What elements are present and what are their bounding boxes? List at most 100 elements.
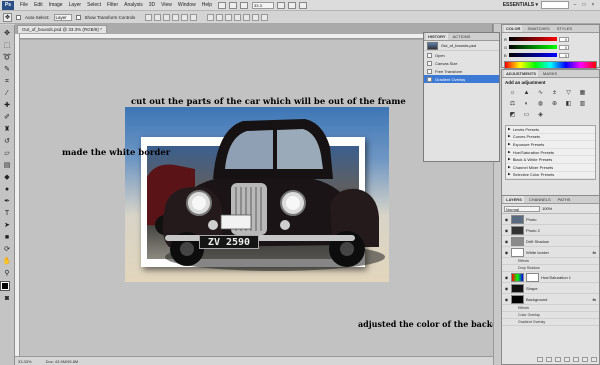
- history-item-free-transform[interactable]: Free Transform: [424, 67, 499, 75]
- view-extras-button[interactable]: [240, 1, 249, 9]
- add-mask-icon[interactable]: [555, 356, 561, 362]
- path-selection-tool-icon[interactable]: ➤: [3, 221, 12, 230]
- channel-mixer-icon[interactable]: ⊕: [550, 100, 559, 108]
- visibility-eye-icon[interactable]: ◉: [504, 217, 509, 222]
- posterize-icon[interactable]: ▥: [578, 100, 587, 108]
- layer-effect-row[interactable]: Effects: [502, 258, 599, 265]
- hand-tool-button[interactable]: [277, 1, 286, 9]
- color-swatches[interactable]: [0, 281, 13, 294]
- menu-image[interactable]: Image: [46, 2, 66, 8]
- tab-paths[interactable]: PATHS: [556, 196, 573, 203]
- distribute-right-icon[interactable]: [252, 13, 260, 21]
- invert-icon[interactable]: ◧: [564, 100, 573, 108]
- new-group-icon[interactable]: [573, 356, 579, 362]
- align-right-icon[interactable]: [190, 13, 198, 21]
- crop-tool-icon[interactable]: ⌗: [3, 77, 12, 86]
- link-layers-icon[interactable]: [537, 356, 543, 362]
- curves-icon[interactable]: ∿: [536, 89, 545, 97]
- menu-layer[interactable]: Layer: [66, 2, 85, 8]
- layer-row[interactable]: ◉ Photo: [502, 214, 599, 225]
- gradient-tool-icon[interactable]: ▤: [3, 161, 12, 170]
- menu-3d[interactable]: 3D: [146, 2, 158, 8]
- layer-fx-icon[interactable]: fx: [592, 250, 596, 255]
- visibility-eye-icon[interactable]: ◉: [504, 275, 509, 280]
- distribute-bottom-icon[interactable]: [225, 13, 233, 21]
- preset-selective-color[interactable]: ▶ Selective Color Presets: [506, 172, 595, 180]
- history-item-gradient-overlay[interactable]: Gradient Overlay: [424, 75, 499, 83]
- brush-tool-icon[interactable]: ✐: [3, 113, 12, 122]
- bridge-button[interactable]: [218, 1, 227, 9]
- transform-controls-checkbox[interactable]: [75, 14, 81, 20]
- distribute-middle-icon[interactable]: [216, 13, 224, 21]
- layer-fx-icon[interactable]: fx: [592, 297, 596, 302]
- tab-channels[interactable]: CHANNELS: [527, 196, 553, 203]
- auto-select-checkbox[interactable]: [16, 14, 21, 20]
- exposure-icon[interactable]: ±: [550, 89, 559, 97]
- photo-filter-icon[interactable]: ◍: [536, 100, 545, 108]
- menu-help[interactable]: Help: [199, 2, 215, 8]
- auto-align-icon[interactable]: [261, 13, 269, 21]
- visibility-eye-icon[interactable]: ◉: [504, 250, 509, 255]
- maximize-icon[interactable]: □: [581, 2, 587, 8]
- mini-bridge-button[interactable]: [229, 1, 238, 9]
- cs-live-search[interactable]: [541, 1, 569, 9]
- align-center-icon[interactable]: [181, 13, 189, 21]
- visibility-eye-icon[interactable]: ◉: [504, 228, 509, 233]
- foreground-color-swatch[interactable]: [0, 281, 10, 291]
- layer-row[interactable]: ◉ Background fx: [502, 294, 599, 305]
- zoom-level-select[interactable]: 33.3: [252, 1, 275, 9]
- arrange-documents-button[interactable]: [299, 1, 308, 9]
- type-tool-icon[interactable]: T: [3, 209, 12, 218]
- layer-row[interactable]: ◉ Photo 2: [502, 225, 599, 236]
- align-bottom-icon[interactable]: [163, 13, 171, 21]
- gradient-map-icon[interactable]: ▭: [522, 111, 531, 119]
- delete-layer-icon[interactable]: [591, 356, 597, 362]
- menu-select[interactable]: Select: [84, 2, 104, 8]
- eyedropper-tool-icon[interactable]: ⁄: [3, 89, 12, 98]
- color-spectrum-bar[interactable]: [504, 61, 597, 69]
- distribute-center-icon[interactable]: [243, 13, 251, 21]
- quick-select-tool-icon[interactable]: ✎: [3, 65, 12, 74]
- blue-slider[interactable]: [509, 53, 557, 57]
- blur-tool-icon[interactable]: ◆: [3, 173, 12, 182]
- close-icon[interactable]: ×: [590, 2, 596, 8]
- tab-styles[interactable]: STYLES: [555, 25, 574, 32]
- history-brush-tool-icon[interactable]: ↺: [3, 137, 12, 146]
- document-tab[interactable]: Out_of_bounds.psd @ 33.3% (RGB/8) *: [17, 25, 107, 33]
- tab-masks[interactable]: MASKS: [541, 70, 559, 77]
- hand-tool-icon[interactable]: ✋: [3, 257, 12, 266]
- align-top-icon[interactable]: [145, 13, 153, 21]
- visibility-eye-icon[interactable]: ◉: [504, 297, 509, 302]
- menu-filter[interactable]: Filter: [104, 2, 121, 8]
- status-zoom[interactable]: 33.33%: [18, 359, 32, 364]
- zoom-tool-icon[interactable]: ⚲: [3, 269, 12, 278]
- new-layer-icon[interactable]: [582, 356, 588, 362]
- distribute-top-icon[interactable]: [207, 13, 215, 21]
- menu-window[interactable]: Window: [175, 2, 199, 8]
- status-doc-size[interactable]: Doc: 43.5M/95.8M: [46, 359, 79, 364]
- clone-stamp-tool-icon[interactable]: ♜: [3, 125, 12, 134]
- levels-icon[interactable]: ▲: [522, 89, 531, 97]
- selective-color-icon[interactable]: ◈: [536, 111, 545, 119]
- tab-layers[interactable]: LAYERS: [504, 196, 524, 203]
- brightness-contrast-icon[interactable]: ☼: [508, 89, 517, 97]
- move-tool-icon[interactable]: ✥: [3, 29, 12, 38]
- auto-select-dropdown[interactable]: Layer: [53, 13, 72, 21]
- menu-file[interactable]: File: [17, 2, 31, 8]
- blend-mode-select[interactable]: Normal: [504, 205, 540, 212]
- zoom-tool-button[interactable]: [288, 1, 297, 9]
- tab-history[interactable]: HISTORY: [426, 33, 448, 40]
- quick-mask-icon[interactable]: ◙: [3, 294, 12, 303]
- tab-adjustments[interactable]: ADJUSTMENTS: [504, 70, 539, 77]
- 3d-rotate-tool-icon[interactable]: ⟳: [3, 245, 12, 254]
- layer-effect-row[interactable]: Drop Shadow: [502, 265, 599, 272]
- tab-swatches[interactable]: SWATCHES: [525, 25, 551, 32]
- healing-brush-tool-icon[interactable]: ✚: [3, 101, 12, 110]
- red-slider[interactable]: [509, 37, 557, 41]
- tab-actions[interactable]: ACTIONS: [451, 33, 473, 40]
- opacity-value[interactable]: 100%: [542, 206, 552, 211]
- layer-row[interactable]: ◉ White border fx: [502, 247, 599, 258]
- marquee-tool-icon[interactable]: ⬚: [3, 41, 12, 50]
- threshold-icon[interactable]: ◩: [508, 111, 517, 119]
- visibility-eye-icon[interactable]: ◉: [504, 286, 509, 291]
